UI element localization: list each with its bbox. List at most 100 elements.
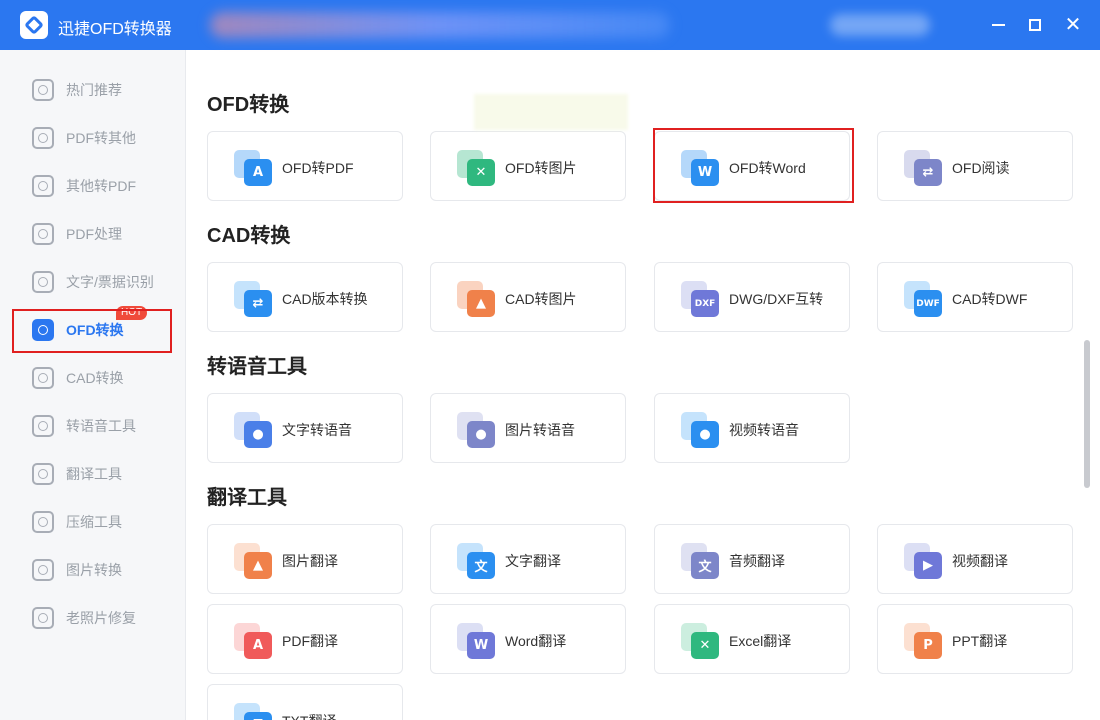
tool-card-label: CAD转DWF	[952, 291, 1028, 307]
tool-icon: ⇄	[904, 150, 942, 186]
sidebar-item-6[interactable]: CAD转换	[32, 364, 172, 392]
tool-card[interactable]: T TXT翻译	[207, 684, 403, 720]
tool-card-label: 音频翻译	[729, 553, 785, 569]
tool-icon: ⇄	[234, 281, 272, 317]
tool-card-label: 图片转语音	[505, 422, 575, 438]
sidebar-item-label: PDF转其他	[66, 130, 136, 146]
tool-card[interactable]: W Word翻译	[430, 604, 626, 674]
tool-card-label: 视频转语音	[729, 422, 799, 438]
sidebar-item-label: 图片转换	[66, 562, 122, 578]
voice-tool-icon	[32, 415, 54, 437]
sidebar-item-7[interactable]: 转语音工具	[32, 412, 172, 440]
tool-icon: 文	[457, 543, 495, 579]
photo-repair-icon	[32, 607, 54, 629]
sidebar-item-label: 文字/票据识别	[66, 274, 154, 290]
translate-tool-icon	[32, 463, 54, 485]
tool-card[interactable]: 文音频翻译	[654, 524, 850, 594]
tool-icon: DWF	[904, 281, 942, 317]
tool-card[interactable]: A PDF翻译	[207, 604, 403, 674]
tool-card-label: CAD版本转换	[282, 291, 368, 307]
tool-icon: ✕	[457, 150, 495, 186]
tool-card[interactable]: DWF CAD转DWF	[877, 262, 1073, 332]
tool-icon: ▶	[904, 543, 942, 579]
maximize-icon	[1029, 19, 1041, 31]
sidebar-item-4[interactable]: 文字/票据识别	[32, 268, 172, 296]
sidebar-item-10[interactable]: 图片转换	[32, 556, 172, 584]
cad-convert-icon	[32, 367, 54, 389]
image-convert-icon	[32, 559, 54, 581]
tool-card[interactable]: P PPT翻译	[877, 604, 1073, 674]
tool-card-label: DWG/DXF互转	[729, 291, 824, 307]
sidebar-item-2[interactable]: 其他转PDF	[32, 172, 172, 200]
sidebar-item-label: CAD转换	[66, 370, 124, 386]
sidebar-item-label: 其他转PDF	[66, 178, 136, 194]
sidebar: 热门推荐 PDF转其他 其他转PDF PDF处理 文字/票据识别 OFD转换 HOT CAD转…	[0, 50, 186, 720]
sidebar-item-label: 压缩工具	[66, 514, 122, 530]
tool-card[interactable]: ● 文字转语音	[207, 393, 403, 463]
minimize-button[interactable]	[986, 13, 1010, 37]
tool-card-label: TXT翻译	[282, 711, 336, 720]
tool-card[interactable]: ⇄ OFD阅读	[877, 131, 1073, 201]
tool-card-label: PPT翻译	[952, 633, 1008, 649]
tool-card[interactable]: ● 视频转语音	[654, 393, 850, 463]
tool-card-label: PDF翻译	[282, 633, 338, 649]
tool-card-label: Excel翻译	[729, 633, 792, 649]
section-title: OFD转换	[207, 94, 290, 116]
tool-icon: T	[234, 703, 272, 720]
tool-icon: A	[234, 150, 272, 186]
tool-card[interactable]: ▶ 视频翻译	[877, 524, 1073, 594]
tool-card[interactable]: ✕ Excel翻译	[654, 604, 850, 674]
compress-tool-icon	[32, 511, 54, 533]
sidebar-item-8[interactable]: 翻译工具	[32, 460, 172, 488]
tool-icon: 文	[681, 543, 719, 579]
sidebar-item-label: 翻译工具	[66, 466, 122, 482]
close-button[interactable]: ✕	[1061, 13, 1085, 37]
title-bar: 迅捷OFD转换器 ✕	[0, 0, 1100, 50]
tool-card-label: 文字翻译	[505, 553, 561, 569]
tool-card[interactable]: ⇄ CAD版本转换	[207, 262, 403, 332]
tool-card[interactable]: ▲ CAD转图片	[430, 262, 626, 332]
tool-icon: ●	[681, 412, 719, 448]
tool-icon: P	[904, 623, 942, 659]
ocr-icon	[32, 271, 54, 293]
tool-card-label: CAD转图片	[505, 291, 577, 307]
hot-recommend-icon	[32, 79, 54, 101]
pdf-process-icon	[32, 223, 54, 245]
tool-card-label: 视频翻译	[952, 553, 1008, 569]
sidebar-item-1[interactable]: PDF转其他	[32, 124, 172, 152]
section-title: CAD转换	[207, 225, 291, 247]
selected-card-highlight	[653, 128, 854, 203]
tool-icon: ✕	[681, 623, 719, 659]
sidebar-item-11[interactable]: 老照片修复	[32, 604, 172, 632]
section-title: 转语音工具	[207, 356, 307, 378]
sidebar-item-9[interactable]: 压缩工具	[32, 508, 172, 536]
close-icon: ✕	[1064, 14, 1082, 36]
tool-icon: W	[457, 623, 495, 659]
tool-card[interactable]: DXF DWG/DXF互转	[654, 262, 850, 332]
tool-card-label: 图片翻译	[282, 553, 338, 569]
sidebar-item-0[interactable]: 热门推荐	[32, 76, 172, 104]
sidebar-item-label: 热门推荐	[66, 82, 122, 98]
maximize-button[interactable]	[1023, 13, 1047, 37]
to-pdf-icon	[32, 175, 54, 197]
tool-card-label: OFD转图片	[505, 160, 577, 176]
tool-icon: ▲	[234, 543, 272, 579]
tool-card[interactable]: ✕ OFD转图片	[430, 131, 626, 201]
tool-card[interactable]: 文文字翻译	[430, 524, 626, 594]
tool-card-label: OFD转PDF	[282, 160, 354, 176]
tool-card[interactable]: ● 图片转语音	[430, 393, 626, 463]
tool-card[interactable]: A OFD转PDF	[207, 131, 403, 201]
blurred-banner	[210, 12, 670, 38]
vertical-scrollbar[interactable]	[1084, 340, 1090, 488]
blurred-account	[830, 14, 930, 36]
app-title: 迅捷OFD转换器	[58, 21, 172, 38]
sidebar-item-3[interactable]: PDF处理	[32, 220, 172, 248]
watermark	[474, 94, 628, 130]
tool-card-label: 文字转语音	[282, 422, 352, 438]
tool-icon: ▲	[457, 281, 495, 317]
app-logo-icon	[20, 11, 48, 39]
tool-card[interactable]: ▲ 图片翻译	[207, 524, 403, 594]
minimize-icon	[991, 24, 1005, 26]
tool-icon: DXF	[681, 281, 719, 317]
tool-card-label: Word翻译	[505, 633, 567, 649]
